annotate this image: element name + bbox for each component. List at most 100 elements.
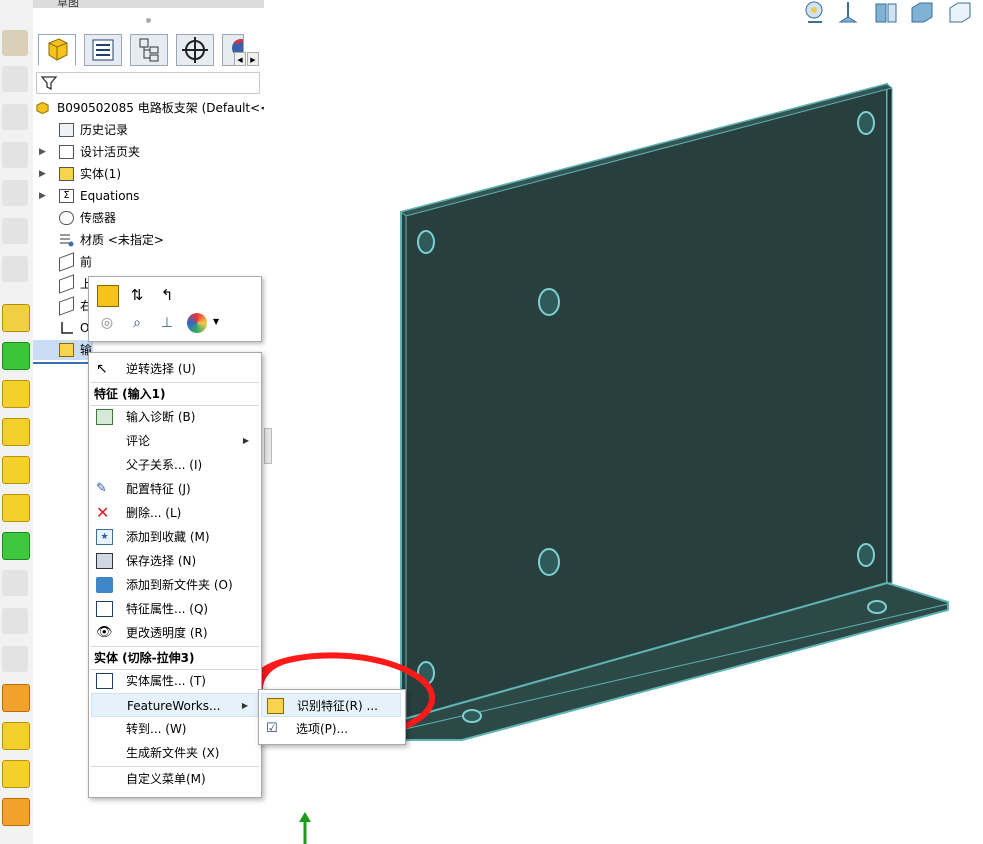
menu-item-label: 输入诊断 (B) [126,410,196,424]
cut-with-surface-icon[interactable] [2,570,28,596]
shell-icon[interactable] [2,722,30,750]
wizard-icon[interactable] [2,304,30,332]
menu-item-label: 识别特征(R) ... [297,699,378,713]
tab-feature-manager[interactable] [38,34,76,66]
menu-item-label: 更改透明度 (R) [126,626,208,640]
cursor-icon: ↖ [96,361,108,377]
lofted-boss-icon[interactable] [2,142,28,168]
tree-item-design-binder[interactable]: ▶ 设计活页夹 [33,142,264,162]
tree-item-label: Equations [80,189,140,203]
tree-item-origin[interactable]: O [33,318,93,338]
chamfer-icon[interactable] [2,646,28,672]
tree-item-top-plane[interactable]: 上 [33,274,93,294]
folder-icon [96,577,113,593]
expand-arrow-icon[interactable]: ▶ [39,164,47,184]
menu-item-feature-properties[interactable]: 特征属性... (Q) [91,597,259,621]
menu-item-add-to-favorites[interactable]: ★ 添加到收藏 (M) [91,525,259,549]
menu-item-body-properties[interactable]: 实体属性... (T) [91,669,259,693]
delete-x-icon: ✕ [96,503,110,522]
menu-item-invert-selection[interactable]: ↖ 逆转选择 (U) [91,357,259,381]
panel-splitter-handle[interactable] [146,18,151,23]
tree-item-sensors[interactable]: 传感器 [33,208,264,228]
tree-item-front-plane[interactable]: 前 [33,252,264,272]
tab-scroll-left-button[interactable]: ◀ [234,52,246,66]
tab-property-manager[interactable] [84,34,122,66]
revolved-boss-icon[interactable] [2,66,28,92]
extruded-cut-icon[interactable] [2,342,30,370]
menu-header-body: 实体 (切除-拉伸3) [94,651,195,665]
tab-configuration-manager[interactable] [130,34,168,66]
panel-collapse-handle[interactable] [264,428,272,464]
extruded-boss-icon[interactable] [2,30,28,56]
boundary-cut-icon[interactable] [2,494,30,522]
rollback-bar[interactable] [33,362,93,364]
tab-sketch[interactable]: 草图 [57,0,79,8]
hole [538,548,560,576]
fillet-icon[interactable] [2,608,28,634]
tree-item-history[interactable]: 历史记录 [33,120,264,140]
menu-item-label: 评论 [126,434,151,448]
draft-icon[interactable] [2,684,30,712]
tab-scroll-right-button[interactable]: ▶ [247,52,259,66]
rollback-icon[interactable]: ⇅ [127,285,147,305]
boundary-boss-icon[interactable] [2,180,28,206]
tree-item-label: 传感器 [80,211,117,225]
menu-item-import-diagnostics[interactable]: 输入诊断 (B) [91,405,259,429]
tree-item-import1-selected[interactable]: 输入1 [33,340,93,360]
tab-dimxpert-manager[interactable] [176,34,214,66]
history-icon [59,123,74,137]
tree-item-right-plane[interactable]: 右 [33,296,93,316]
menu-item-comment[interactable]: 评论 ▶ [91,429,259,453]
menu-item-label: 自定义菜单(M) [126,772,206,786]
design-binder-icon [59,145,74,159]
tree-item-material[interactable]: 材质 <未指定> [33,230,264,250]
material-icon [59,233,74,247]
feature-command-toolbar [0,0,33,844]
menu-item-change-transparency[interactable]: 👁 更改透明度 (R) [91,621,259,645]
appearance-dropdown-icon[interactable]: ▼ [213,317,219,326]
submenu-item-options[interactable]: ☑ 选项(P)... [261,717,401,741]
normal-to-icon[interactable]: ⊥ [157,313,177,333]
tree-root-part[interactable]: B090502085 电路板支架 (Default<< [33,98,270,118]
menu-item-delete[interactable]: ✕ 删除... (L) [91,501,259,525]
expand-arrow-icon[interactable]: ▶ [39,186,47,206]
swept-cut-icon[interactable] [2,418,30,446]
menu-item-label: 选项(P)... [296,722,349,736]
menu-item-save-selection[interactable]: 保存选择 (N) [91,549,259,573]
edit-feature-icon[interactable] [97,285,119,307]
favorites-folder-icon: ★ [96,529,113,545]
revolved-cut-icon[interactable] [2,380,30,408]
tree-filter-field[interactable] [36,72,260,94]
menu-item-customize-menu[interactable]: 自定义菜单(M) [91,767,259,791]
triad-y-axis-icon [299,812,311,844]
lofted-cut-icon[interactable] [2,456,30,484]
menu-item-featureworks[interactable]: FeatureWorks... ▶ [91,693,259,717]
equations-icon: Σ [59,189,74,203]
zoom-to-selection-icon[interactable]: ⌕ [127,313,147,333]
appearance-icon[interactable] [187,313,207,333]
menu-item-add-to-new-folder[interactable]: 添加到新文件夹 (O) [91,573,259,597]
menu-item-label: 配置特征 (J) [126,482,191,496]
submenu-arrow-icon: ▶ [242,436,249,445]
thicken-cut-icon[interactable] [2,532,30,560]
menu-item-go-to[interactable]: 转到... (W) [91,717,259,741]
thicken-icon[interactable] [2,218,28,244]
tree-item-solid-bodies[interactable]: ▶ 实体(1) [33,164,264,184]
manager-tab-strip: ◀ ▶ [38,34,264,68]
menu-item-parent-child[interactable]: 父子关系... (I) [91,453,259,477]
tree-item-equations[interactable]: ▶ Σ Equations [33,186,264,206]
parent-arrow-icon[interactable]: ↰ [157,285,177,305]
swept-boss-icon[interactable] [2,104,28,130]
hide-icon[interactable]: ◎ [97,313,117,333]
tree-item-label: 前 [80,255,93,269]
menu-header-feature: 特征 (输入1) [94,387,166,401]
feature-manager-icon [48,38,68,61]
hole [417,230,435,254]
menu-item-create-new-folder[interactable]: 生成新文件夹 (X) [91,741,259,765]
extruded-surface-icon[interactable] [2,256,28,282]
rib-icon[interactable] [2,760,30,788]
menu-item-configure-feature[interactable]: ✎ 配置特征 (J) [91,477,259,501]
submenu-item-recognize-features[interactable]: 识别特征(R) ... [261,693,401,717]
wrap-icon[interactable] [2,798,30,826]
expand-arrow-icon[interactable]: ▶ [39,142,47,162]
